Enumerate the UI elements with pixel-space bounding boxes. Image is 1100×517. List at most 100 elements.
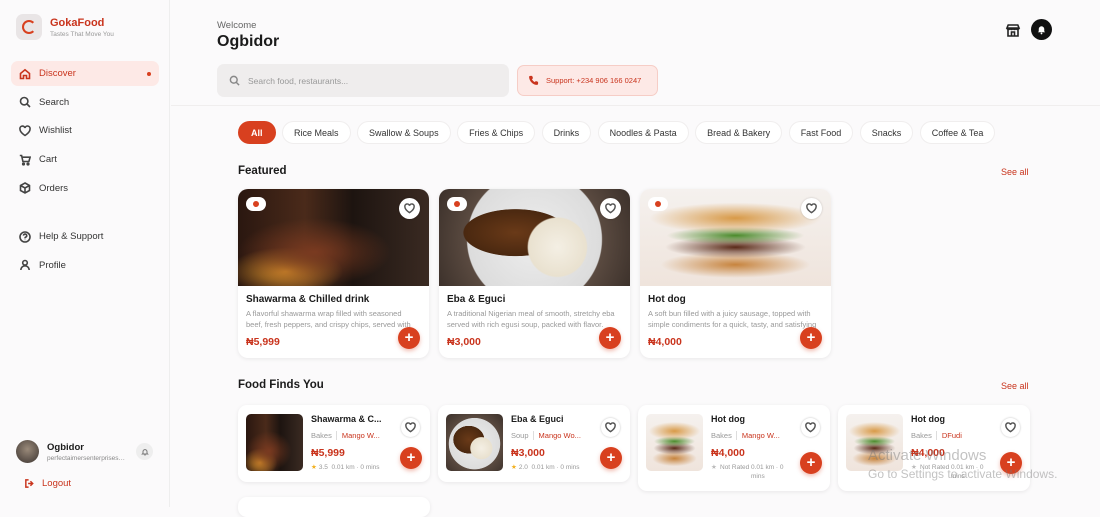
star-icon: ★ [311,464,317,471]
food-meta: Soup Mango Wo... [511,431,581,440]
brand-name: GokaFood [50,16,105,29]
watermark-line-2: Go to Settings to activate Windows. [868,467,1058,481]
nav-item-label: Orders [39,182,69,194]
category-chip[interactable]: Fast Food [788,121,854,144]
windows-activation-watermark: Activate Windows Go to Settings to activ… [868,446,1057,484]
category-chip[interactable]: All [238,121,276,144]
heart-icon[interactable] [801,198,822,219]
home-icon [19,68,31,79]
avatar [16,440,39,463]
search-icon [19,96,31,108]
food-description: A traditional Nigerian meal of smooth, s… [447,309,615,329]
add-to-cart-button[interactable]: + [800,452,822,474]
nav-item-cart[interactable]: Cart [11,147,159,172]
notification-bell-icon[interactable] [136,443,153,460]
food-title: Hot dog [648,294,686,305]
header: Welcome Ogbidor Search food, restaurants… [171,0,1100,106]
featured-card[interactable]: Hot dog A soft bun filled with a juicy s… [640,189,831,358]
food-title: Hot dog [911,414,945,424]
food-finds-title: Food Finds You [238,379,324,391]
food-title: Shawarma & Chilled drink [246,294,370,305]
food-title: Eba & Eguci [447,294,506,305]
heart-icon[interactable] [600,198,621,219]
heart-icon[interactable] [399,198,420,219]
category-chip[interactable]: Fries & Chips [457,121,536,144]
food-category: Soup [511,431,529,440]
search-input[interactable]: Search food, restaurants... [217,64,509,97]
brand[interactable]: GokaFood Tastes That Move You [16,14,114,40]
logout-label: Logout [42,478,72,489]
category-chip[interactable]: Bread & Bakery [695,121,783,144]
nav-item-profile[interactable]: Profile [11,253,159,278]
store-icon[interactable] [1005,22,1021,38]
food-image [646,414,703,471]
featured-card[interactable]: Eba & Eguci A traditional Nigerian meal … [439,189,630,358]
star-icon: ★ [511,464,517,471]
eye-icon [648,197,668,211]
support-text: Support: +234 906 166 0247 [546,76,642,85]
nav-item-help-support[interactable]: Help & Support [11,224,159,249]
help-icon [19,230,31,243]
food-find-card[interactable] [238,497,430,517]
nav-item-wishlist[interactable]: Wishlist [11,118,159,143]
category-chip[interactable]: Snacks [859,121,914,144]
logout-button[interactable]: Logout [24,478,71,489]
heart-icon[interactable] [401,418,420,437]
food-title: Shawarma & C... [311,414,382,424]
featured-card[interactable]: Shawarma & Chilled drink A flavorful sha… [238,189,429,358]
food-finds-see-all-link[interactable]: See all [1001,381,1029,391]
user-card[interactable]: Ogbidor perfectaimersenterprises@gmail.c… [16,440,156,463]
brand-tagline: Tastes That Move You [50,30,114,38]
star-icon: ★ [711,464,717,471]
food-price: ₦3,000 [447,336,481,348]
category-chip[interactable]: Coffee & Tea [919,121,996,144]
user-icon [20,259,30,271]
store-name: Mango Wo... [532,431,581,440]
featured-see-all-link[interactable]: See all [1001,167,1029,177]
nav-item-label: Search [39,96,70,108]
add-to-cart-button[interactable]: + [800,327,822,349]
page-title: Ogbidor [217,33,280,50]
heart-icon[interactable] [601,418,620,437]
nav-item-discover[interactable]: Discover [11,61,159,86]
heart-icon[interactable] [1001,418,1020,437]
heart-icon [19,125,31,137]
notification-bell-icon[interactable] [1031,19,1052,40]
food-category: Bakes [911,431,932,440]
category-chip[interactable]: Swallow & Soups [357,121,451,144]
category-chip[interactable]: Rice Meals [282,121,351,144]
nav-item-label: Help & Support [39,231,104,242]
food-meta: Bakes Mango W... [311,431,380,440]
food-find-card[interactable]: Shawarma & C... Bakes Mango W... ₦5,999 ★… [238,405,430,482]
food-find-card[interactable]: Eba & Eguci Soup Mango Wo... ₦3,000 ★ 2.0 … [438,405,630,482]
food-price: ₦3,000 [511,447,545,459]
watermark-line-1: Activate Windows [868,447,987,464]
food-rating: 3.5 [318,464,328,471]
category-chip[interactable]: Noodles & Pasta [597,121,689,144]
food-price: ₦4,000 [648,336,682,348]
add-to-cart-button[interactable]: + [400,447,422,469]
food-price: ₦4,000 [711,447,745,459]
user-name: Ogbidor [47,441,84,453]
add-to-cart-button[interactable]: + [600,447,622,469]
nav-item-orders[interactable]: Orders [11,176,159,201]
nav-item-label: Discover [39,68,76,79]
food-meta: Bakes Mango W... [711,431,780,440]
eye-icon [246,197,266,211]
active-dot [147,72,151,76]
heart-icon[interactable] [801,418,820,437]
nav-item-label: Profile [39,259,66,271]
add-to-cart-button[interactable]: + [398,327,420,349]
user-email: perfectaimersenterprises@gmail.com [47,454,127,462]
nav-item-search[interactable]: Search [11,90,159,115]
support-button[interactable]: Support: +234 906 166 0247 [517,65,658,96]
food-rating: Not Rated [720,464,750,471]
food-distance: 0.01 km · 0 mins [331,464,380,471]
food-image [446,414,503,471]
category-chip[interactable]: Drinks [541,121,592,144]
add-to-cart-button[interactable]: + [599,327,621,349]
food-distance: 0.01 km · 0 mins [531,464,580,471]
food-stats: ★ 2.0 0.01 km · 0 mins [511,463,580,471]
food-category: Bakes [711,431,732,440]
food-find-card[interactable]: Hot dog Bakes Mango W... ₦4,000 ★ Not Rate… [638,405,830,491]
